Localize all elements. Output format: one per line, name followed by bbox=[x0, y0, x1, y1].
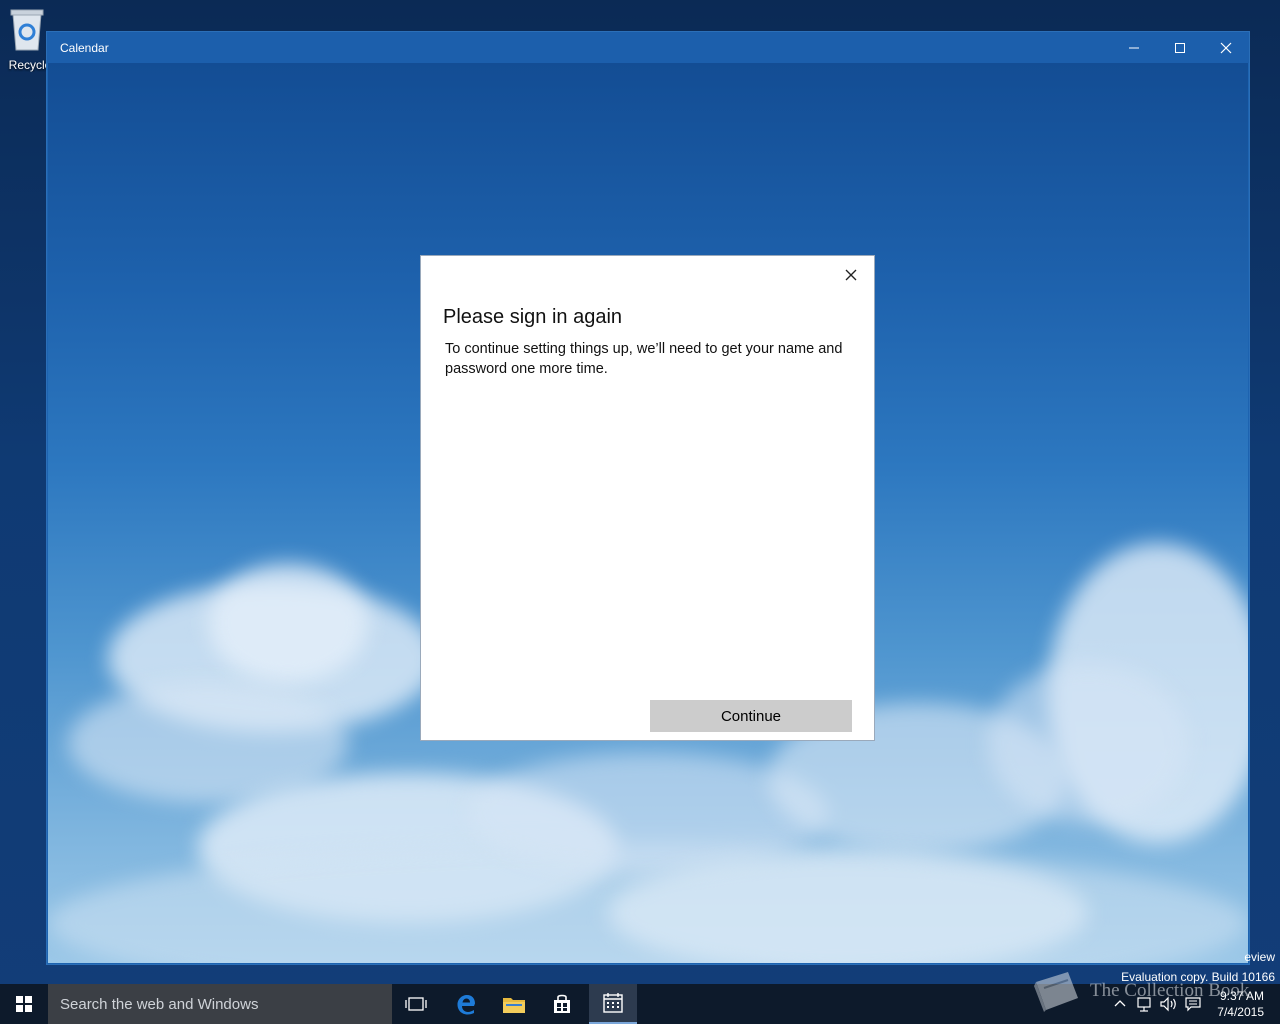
dialog-message: To continue setting things up, we’ll nee… bbox=[445, 341, 843, 377]
close-icon bbox=[845, 269, 857, 281]
brand-text: The Collection Book bbox=[1090, 980, 1250, 1001]
book-icon bbox=[1034, 972, 1078, 1012]
calendar-icon bbox=[603, 993, 623, 1013]
calendar-taskbar-button[interactable] bbox=[589, 984, 637, 1024]
brand-watermark: The Collection Book bbox=[1030, 968, 1249, 1014]
dialog-close-button[interactable] bbox=[840, 264, 862, 286]
edge-button[interactable] bbox=[442, 984, 490, 1024]
store-icon bbox=[554, 994, 570, 1013]
task-view-icon bbox=[405, 997, 427, 1011]
file-explorer-icon bbox=[503, 998, 525, 1013]
recycle-bin-desktop-icon[interactable]: Recycle bbox=[0, 6, 54, 72]
search-box[interactable]: Search the web and Windows bbox=[48, 984, 392, 1024]
minimize-button[interactable] bbox=[1111, 32, 1157, 63]
close-icon bbox=[1220, 42, 1232, 53]
watermark-preview-text: eview bbox=[1244, 950, 1275, 964]
store-button[interactable] bbox=[538, 984, 586, 1024]
close-window-button[interactable] bbox=[1203, 32, 1249, 63]
start-button[interactable] bbox=[0, 984, 48, 1024]
recycle-bin-icon bbox=[7, 6, 47, 52]
continue-button[interactable]: Continue bbox=[650, 700, 852, 732]
window-titlebar[interactable]: Calendar bbox=[47, 32, 1249, 63]
window-title: Calendar bbox=[60, 40, 109, 55]
file-explorer-button[interactable] bbox=[490, 984, 538, 1024]
search-placeholder: Search the web and Windows bbox=[60, 995, 259, 1013]
windows-logo-icon bbox=[16, 996, 32, 1012]
task-view-button[interactable] bbox=[392, 984, 440, 1024]
maximize-button[interactable] bbox=[1157, 32, 1203, 63]
edge-icon bbox=[457, 995, 475, 1015]
minimize-icon bbox=[1129, 47, 1139, 48]
maximize-icon bbox=[1175, 42, 1185, 53]
dialog-title: Please sign in again bbox=[443, 306, 623, 328]
sign-in-dialog: Please sign in again To continue setting… bbox=[420, 255, 875, 741]
